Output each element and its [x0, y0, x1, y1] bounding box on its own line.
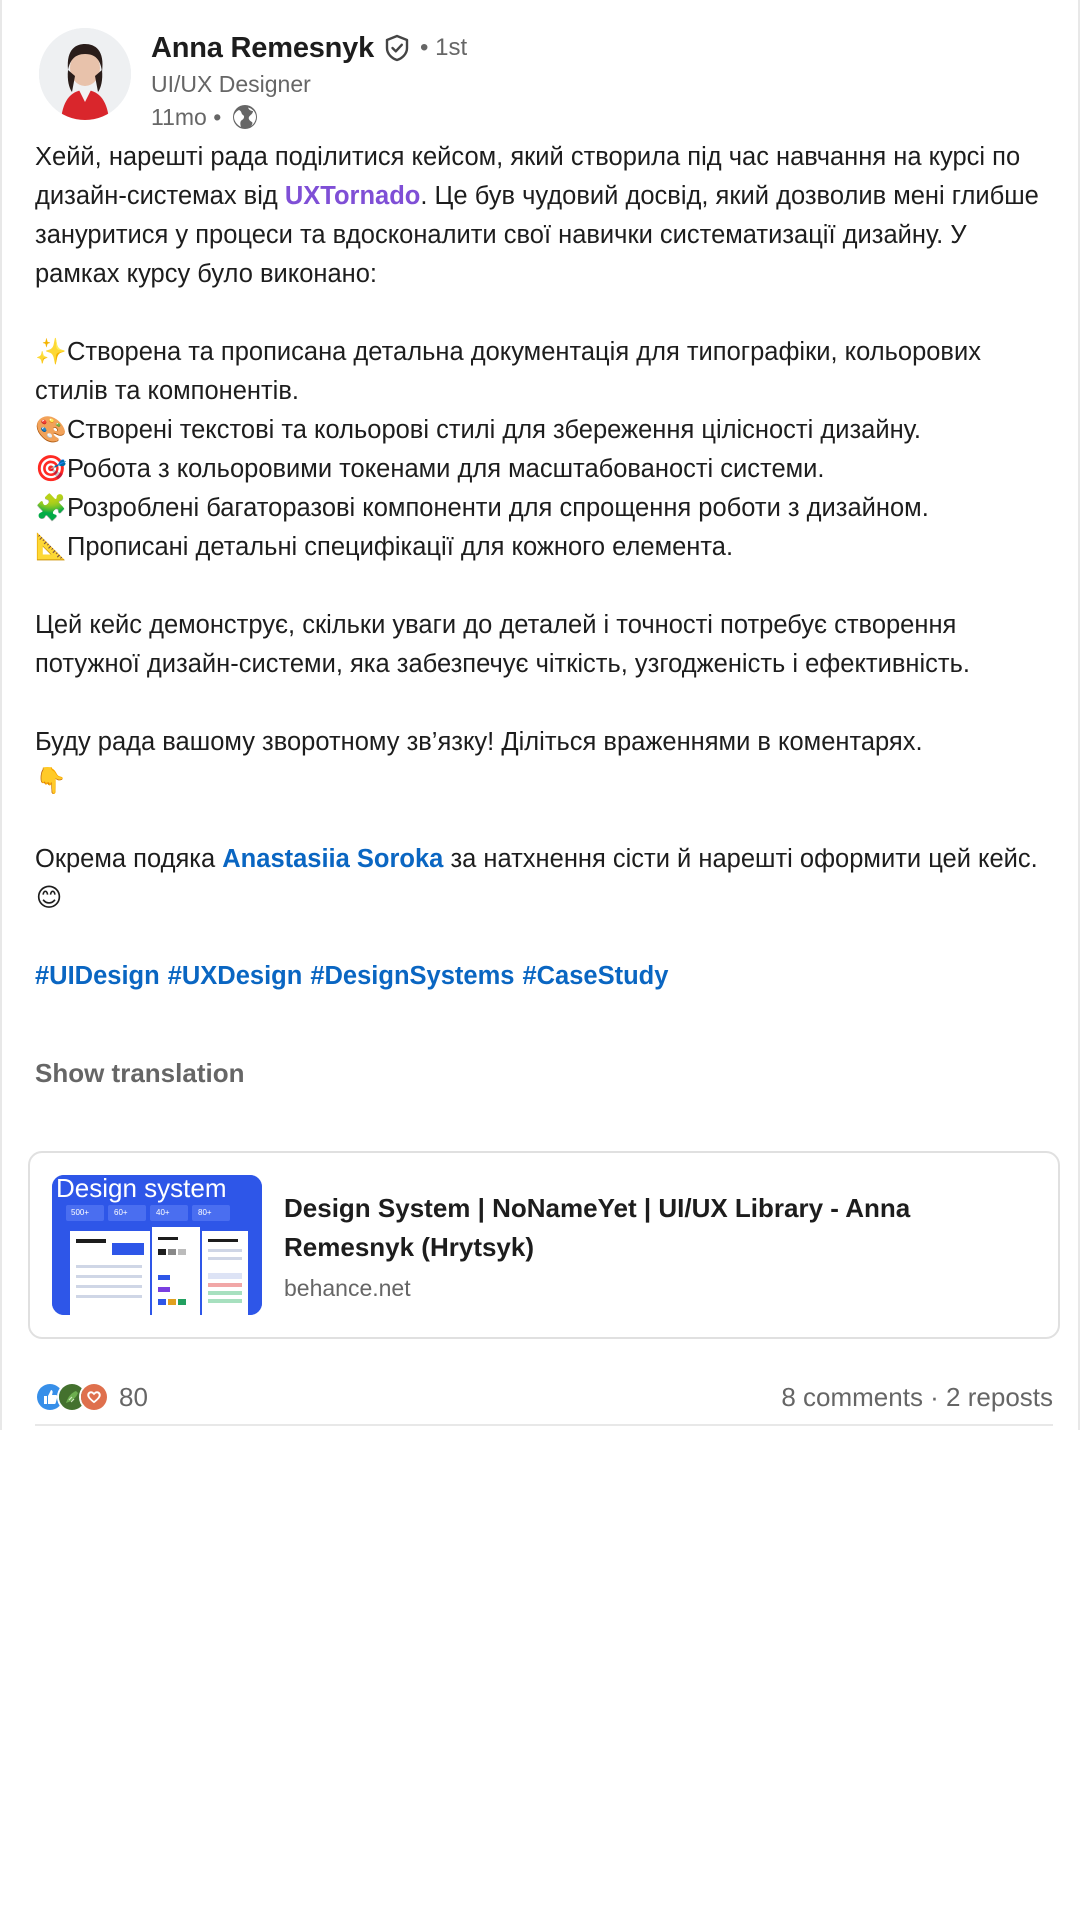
- love-icon: [79, 1382, 109, 1412]
- hashtag-link[interactable]: #UIDesign: [35, 962, 160, 990]
- author-name[interactable]: Anna Remesnyk: [151, 32, 374, 65]
- connection-degree: • 1st: [420, 34, 468, 61]
- link-preview-domain: behance.net: [284, 1274, 411, 1301]
- list-item-text: Робота з кольоровими токенами для масшта…: [67, 455, 825, 483]
- link-preview-text: Design System | NoNameYet | UI/UX Librar…: [284, 1189, 1004, 1302]
- ruler-icon: 📐: [35, 533, 67, 561]
- post-body: Хейй, нарешті рада поділитися кейсом, як…: [35, 138, 1055, 996]
- list-item-text: Створена та прописана детальна документа…: [35, 338, 981, 405]
- puzzle-icon: 🧩: [35, 494, 67, 522]
- sparkles-icon: ✨: [35, 338, 67, 366]
- link-preview-card[interactable]: Design system 500+ 60+ 40+ 80+ Design Sy…: [28, 1151, 1060, 1339]
- show-translation-button[interactable]: Show translation: [35, 1058, 244, 1089]
- list-item-text: Прописані детальні специфікації для кожн…: [67, 533, 734, 561]
- social-counts: 80 8 comments · 2 reposts: [35, 1374, 1053, 1426]
- post-paragraph-feedback: Буду рада вашому зворотному зв’язку! Діл…: [35, 723, 1055, 801]
- hashtags: #UIDesign #UXDesign #DesignSystems #CaseStu…: [35, 957, 1055, 996]
- post-paragraph-thanks: Окрема подяка Anastasiia Soroka за натхн…: [35, 840, 1055, 918]
- post-meta: 11mo •: [151, 100, 467, 134]
- post-text-segment: Окрема подяка: [35, 845, 223, 873]
- author-info: Anna Remesnyk • 1st UI/UX Designer 11mo …: [151, 28, 467, 134]
- list-item: 📐Прописані детальні специфікації для кож…: [35, 528, 1055, 567]
- reactions-summary[interactable]: 80: [35, 1382, 148, 1413]
- post-author: Anna Remesnyk • 1st UI/UX Designer 11mo …: [39, 28, 467, 134]
- palette-icon: 🎨: [35, 416, 67, 444]
- link-preview-thumbnail[interactable]: Design system 500+ 60+ 40+ 80+: [52, 1175, 262, 1315]
- list-item-text: Розроблені багаторазові компоненти для с…: [67, 494, 929, 522]
- author-headline: UI/UX Designer: [151, 71, 311, 97]
- post-time: 11mo •: [151, 103, 222, 130]
- post-paragraph-summary: Цей кейс демонструє, скільки уваги до де…: [35, 611, 970, 678]
- post-text-segment: за натхнення сісти й нарешті оформити це…: [443, 845, 1038, 873]
- hashtag-link[interactable]: #DesignSystems: [310, 962, 514, 990]
- smile-icon: 😊: [35, 884, 63, 912]
- comments-reposts-link[interactable]: 8 comments · 2 reposts: [781, 1382, 1053, 1413]
- thumbnail-stat: 80+: [198, 1208, 212, 1217]
- mention-uxtornado-link[interactable]: UXTornado: [285, 182, 421, 210]
- thumbnail-title: Design system: [56, 1175, 227, 1203]
- list-item: 🧩Розроблені багаторазові компоненти для …: [35, 489, 1055, 528]
- list-item: ✨Створена та прописана детальна документ…: [35, 333, 1055, 411]
- author-name-row: Anna Remesnyk • 1st: [151, 28, 467, 68]
- list-item: 🎨Створені текстові та кольорові стилі дл…: [35, 411, 1055, 450]
- post-text-segment: Буду рада вашому зворотному зв’язку! Діл…: [35, 728, 923, 756]
- target-icon: 🎯: [35, 455, 67, 483]
- hashtag-link[interactable]: #CaseStudy: [522, 962, 668, 990]
- thumbnail-stat: 60+: [114, 1208, 128, 1217]
- verified-icon[interactable]: [382, 33, 412, 63]
- pointing-down-icon: 👇: [35, 767, 67, 795]
- author-avatar[interactable]: [39, 28, 131, 120]
- thumbnail-stat: 500+: [71, 1208, 90, 1217]
- list-item-text: Створені текстові та кольорові стилі для…: [67, 416, 921, 444]
- reaction-count: 80: [119, 1381, 148, 1412]
- mention-anastasiia-soroka-link[interactable]: Anastasiia Soroka: [222, 845, 443, 873]
- globe-icon: [231, 103, 259, 131]
- hashtag-link[interactable]: #UXDesign: [168, 962, 303, 990]
- thumbnail-stat: 40+: [156, 1208, 170, 1217]
- post-card: Anna Remesnyk • 1st UI/UX Designer 11mo …: [0, 0, 1080, 1430]
- link-preview-title[interactable]: Design System | NoNameYet | UI/UX Librar…: [284, 1189, 1004, 1267]
- post-paragraph-intro: Хейй, нарешті рада поділитися кейсом, як…: [35, 138, 1055, 294]
- list-item: 🎯Робота з кольоровими токенами для масшт…: [35, 450, 1055, 489]
